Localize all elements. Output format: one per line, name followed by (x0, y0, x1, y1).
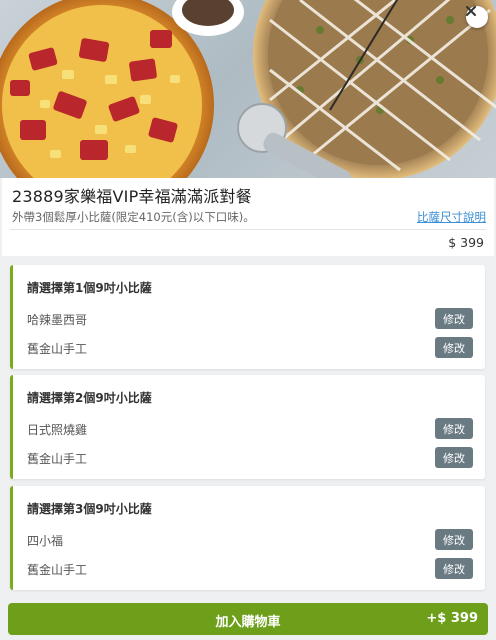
add-to-cart-label: 加入購物車 (215, 615, 281, 630)
edit-button[interactable]: 修改 (435, 308, 473, 329)
pizza-size-link[interactable]: 比薩尺寸說明 (417, 209, 486, 225)
product-description: 外帶3個鬆厚小比薩(限定410元(含)以下口味)。 (12, 210, 255, 224)
group-title: 請選擇第3個9吋小比薩 (27, 502, 152, 516)
choice-row: 日式照燒雞 修改 (27, 418, 473, 440)
pizza-choice-group-3: 請選擇第3個9吋小比薩 四小福 修改 舊金山手工 修改 (10, 486, 485, 590)
product-info: 23889家樂福VIP幸福滿滿派對餐 外帶3個鬆厚小比薩(限定410元(含)以下… (2, 178, 494, 256)
cart-price: +$ 399 (426, 611, 478, 626)
add-to-cart-button[interactable]: 加入購物車 +$ 399 (8, 603, 488, 635)
choice-row: 舊金山手工 修改 (27, 447, 473, 469)
edit-button[interactable]: 修改 (435, 447, 473, 468)
choice-row: 舊金山手工 修改 (27, 337, 473, 359)
choice-name: 舊金山手工 (27, 452, 88, 466)
edit-button[interactable]: 修改 (435, 418, 473, 439)
divider (10, 229, 486, 230)
choice-name: 四小福 (27, 534, 64, 548)
choice-name: 舊金山手工 (27, 563, 88, 577)
choice-name: 舊金山手工 (27, 342, 88, 356)
product-price: $ 399 (448, 235, 484, 250)
choice-name: 哈辣墨西哥 (27, 313, 88, 327)
group-title: 請選擇第1個9吋小比薩 (27, 281, 152, 295)
close-icon (466, 6, 476, 16)
choice-row: 舊金山手工 修改 (27, 558, 473, 580)
choice-name: 日式照燒雞 (27, 423, 88, 437)
product-title: 23889家樂福VIP幸福滿滿派對餐 (12, 187, 252, 206)
group-title: 請選擇第2個9吋小比薩 (27, 391, 152, 405)
product-hero-image (0, 0, 496, 178)
edit-button[interactable]: 修改 (435, 529, 473, 550)
edit-button[interactable]: 修改 (435, 337, 473, 358)
pizza-choice-group-2: 請選擇第2個9吋小比薩 日式照燒雞 修改 舊金山手工 修改 (10, 375, 485, 479)
close-button[interactable] (466, 6, 488, 28)
choice-row: 哈辣墨西哥 修改 (27, 308, 473, 330)
pizza-choice-group-1: 請選擇第1個9吋小比薩 哈辣墨西哥 修改 舊金山手工 修改 (10, 265, 485, 369)
edit-button[interactable]: 修改 (435, 558, 473, 579)
choice-row: 四小福 修改 (27, 529, 473, 551)
